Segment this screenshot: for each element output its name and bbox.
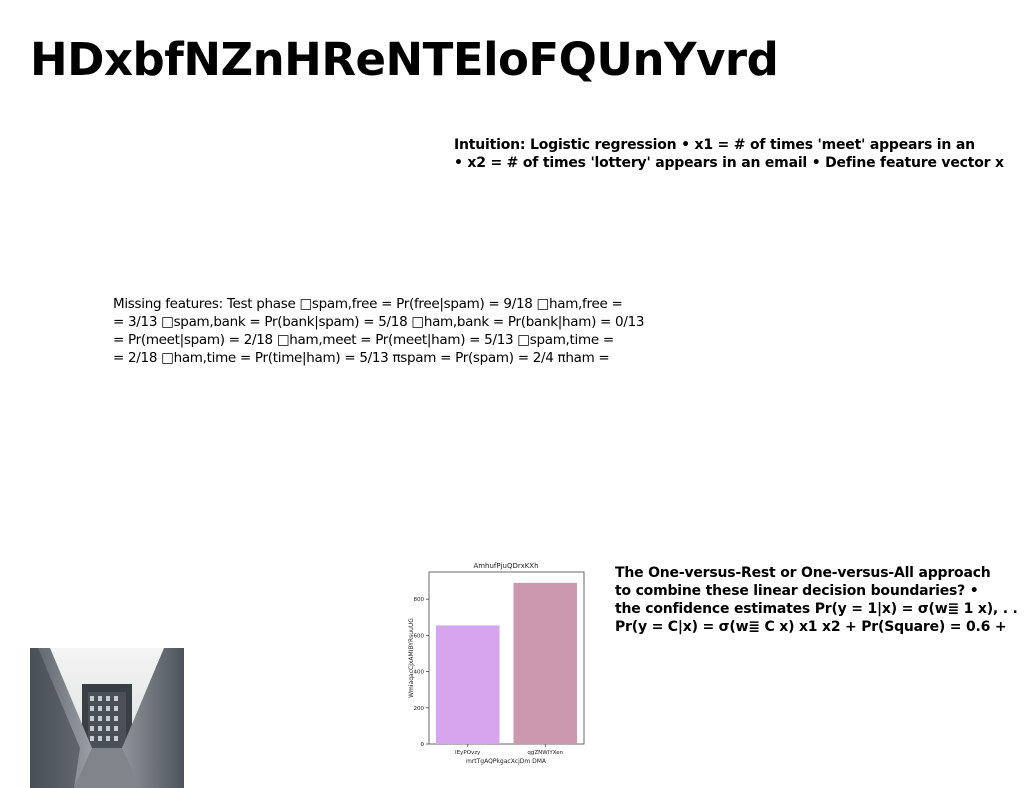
bar	[435, 625, 500, 744]
missing-features-line: Missing features: Test phase □spam,free …	[113, 296, 623, 312]
x-axis: IEyPOvzy qgZNWIYXen	[455, 744, 564, 756]
ovr-line: the confidence estimates Pr(y = 1|x) = σ…	[615, 601, 1018, 617]
building-photo-icon	[30, 648, 184, 788]
y-axis: 0 200 400 600 800	[414, 597, 429, 748]
ovr-line: Pr(y = C|x) = σ(w≣ C x) x1 x2 + Pr(Squar…	[615, 619, 1007, 635]
missing-features-line: = 3/13 □spam,bank = Pr(bank|spam) = 5/18…	[113, 314, 645, 330]
bar	[513, 582, 578, 744]
x-tick-label: qgZNWIYXen	[527, 750, 563, 756]
bar-chart: AmhufPjuQDrxKXh 0 200 400 600 800 IEyPOvzy qg…	[405, 558, 593, 770]
x-tick-label: IEyPOvzy	[455, 750, 481, 756]
y-tick-label: 600	[414, 633, 425, 639]
intuition-line: Intuition: Logistic regression • x1 = # …	[454, 137, 975, 153]
y-tick-label: 800	[414, 597, 425, 603]
y-tick-label: 0	[421, 742, 425, 748]
ovr-line: The One-versus-Rest or One-versus-All ap…	[615, 565, 991, 581]
chart-title: AmhufPjuQDrxKXh	[473, 562, 538, 570]
intuition-line: • x2 = # of times 'lottery' appears in a…	[454, 155, 1004, 171]
intuition-text-block: Intuition: Logistic regression • x1 = # …	[454, 136, 1024, 172]
y-tick-label: 200	[414, 706, 425, 712]
y-tick-label: 400	[414, 670, 425, 676]
ovr-text-block: The One-versus-Rest or One-versus-All ap…	[615, 564, 1024, 636]
missing-features-line: = 2/18 □ham,time = Pr(time|ham) = 5/13 π…	[113, 350, 610, 366]
x-axis-label: mrtTgAQPkgacXcjDm DMA	[466, 758, 547, 765]
y-axis-label: WmiaqacCjxAMIBYRsuuUG	[408, 618, 415, 698]
bars	[435, 582, 578, 744]
ovr-line: to combine these linear decision boundar…	[615, 583, 979, 599]
missing-features-line: = Pr(meet|spam) = 2/18 □ham,meet = Pr(me…	[113, 332, 614, 348]
missing-features-text-block: Missing features: Test phase □spam,free …	[113, 295, 673, 367]
page-title: HDxbfNZnHReNTEloFQUnYvrd	[30, 33, 779, 86]
